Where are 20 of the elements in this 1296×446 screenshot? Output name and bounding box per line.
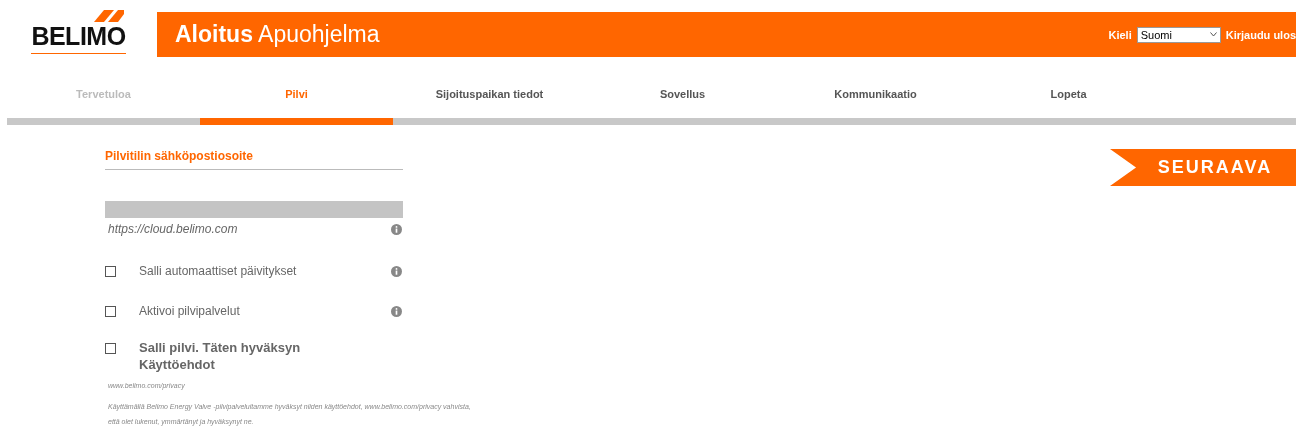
app-title: Aloitus Apuohjelma [175, 21, 381, 48]
email-label: Pilvitilin sähköpostiosoite [105, 149, 403, 170]
step-tab[interactable]: Sovellus [586, 70, 779, 125]
checkbox-label: Salli automaattiset päivitykset [139, 264, 298, 280]
info-icon[interactable] [391, 305, 402, 317]
cloud-url: https://cloud.belimo.com [108, 222, 238, 236]
logo-text: BELIMO [31, 22, 126, 50]
info-icon[interactable] [391, 266, 402, 278]
step-tab[interactable]: Kommunikaatio [779, 70, 972, 125]
info-icon[interactable] [391, 223, 402, 235]
checkbox[interactable] [105, 266, 116, 278]
language-select[interactable]: Suomi [1136, 26, 1221, 43]
step-tab[interactable]: Sijoituspaikan tiedot [393, 70, 586, 125]
checkbox-label: Aktivoi pilvipalvelut [139, 303, 241, 320]
checkbox[interactable] [105, 305, 116, 317]
step-tab[interactable]: Lopeta [972, 70, 1165, 125]
chevron-down-icon [1209, 32, 1217, 37]
checkbox-label: Salli pilvi. Täten hyväksyn Käyttöehdot [139, 340, 302, 374]
checkbox[interactable] [105, 343, 116, 355]
language-label: Kieli [1108, 28, 1132, 41]
